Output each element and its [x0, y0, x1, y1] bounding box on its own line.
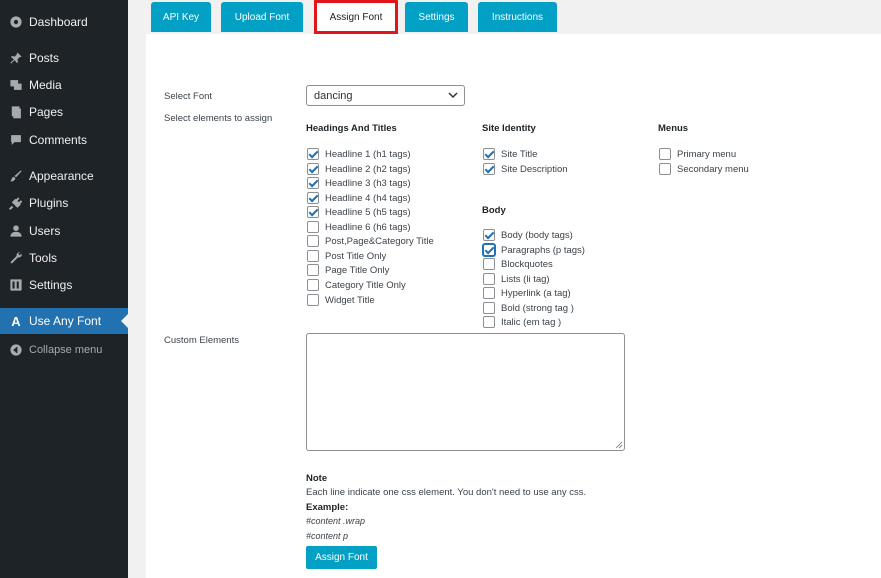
menus-group-title: Menus	[658, 123, 689, 134]
checkbox-paragraphs[interactable]: Paragraphs (p tags)	[483, 243, 585, 257]
sidebar-item-label: Posts	[29, 51, 60, 65]
brush-icon	[8, 168, 24, 184]
checkbox-site-title[interactable]: Site Title	[483, 147, 537, 161]
user-icon	[8, 223, 24, 239]
sidebar-item-label: Media	[29, 78, 62, 92]
tab-settings[interactable]: Settings	[405, 2, 468, 32]
checkbox-h2[interactable]: Headline 2 (h2 tags)	[307, 162, 411, 176]
sidebar-item-media[interactable]: Media	[0, 72, 128, 98]
font-select-value: dancing	[314, 89, 353, 102]
checkbox-post-page-category-title[interactable]: Post,Page&Category Title	[307, 234, 434, 248]
checkbox-h3[interactable]: Headline 3 (h3 tags)	[307, 176, 411, 190]
checkbox-body[interactable]: Body (body tags)	[483, 228, 573, 242]
note-title: Note	[306, 473, 328, 484]
sidebar-item-settings[interactable]: Settings	[0, 272, 128, 298]
checkbox-category-title-only[interactable]: Category Title Only	[307, 278, 406, 292]
pin-icon	[8, 50, 24, 66]
body-group-title: Body	[482, 205, 506, 216]
sidebar-item-label: Dashboard	[29, 15, 88, 29]
sidebar-item-label: Appearance	[29, 169, 94, 183]
checkbox-page-title-only[interactable]: Page Title Only	[307, 263, 389, 277]
example-line-2: #content p	[306, 531, 349, 541]
example-title: Example:	[306, 502, 349, 513]
sidebar-item-label: Plugins	[29, 196, 69, 210]
wrench-icon	[8, 250, 24, 266]
sidebar-item-pages[interactable]: Pages	[0, 99, 128, 125]
collapse-icon	[8, 342, 24, 358]
sidebar-item-label: Pages	[29, 105, 64, 119]
checkbox-h1[interactable]: Headline 1 (h1 tags)	[307, 147, 411, 161]
sidebar-item-plugins[interactable]: Plugins	[0, 190, 128, 216]
checkbox-h4[interactable]: Headline 4 (h4 tags)	[307, 191, 411, 205]
sidebar-item-label: Settings	[29, 278, 73, 292]
tab-upload-font[interactable]: Upload Font	[221, 2, 303, 32]
checkbox-h5[interactable]: Headline 5 (h5 tags)	[307, 205, 411, 219]
font-a-icon: A	[11, 313, 21, 329]
checkbox-post-title-only[interactable]: Post Title Only	[307, 249, 386, 263]
sidebar-item-label: Use Any Font	[29, 314, 102, 328]
tab-api-key[interactable]: API Key	[151, 2, 211, 32]
dashboard-icon	[8, 14, 24, 30]
checkbox-widget-title[interactable]: Widget Title	[307, 293, 375, 307]
example-line-1: #content .wrap	[306, 516, 366, 526]
assign-font-button[interactable]: Assign Font	[306, 546, 377, 569]
sidebar-item-users[interactable]: Users	[0, 218, 128, 244]
checkbox-primary-menu[interactable]: Primary menu	[659, 147, 736, 161]
plug-icon	[8, 195, 24, 211]
font-select[interactable]: dancing	[306, 85, 465, 106]
checkbox-lists[interactable]: Lists (li tag)	[483, 272, 550, 286]
settings-icon	[8, 277, 24, 293]
checkbox-bold[interactable]: Bold (strong tag )	[483, 301, 574, 315]
sidebar-item-tools[interactable]: Tools	[0, 245, 128, 271]
select-font-label: Select Font	[164, 91, 213, 102]
site-identity-group-title: Site Identity	[482, 123, 536, 134]
sidebar-item-label: Tools	[29, 251, 58, 265]
sidebar-item-use-any-font[interactable]: A Use Any Font	[0, 308, 128, 334]
sidebar-item-label: Collapse menu	[29, 344, 103, 356]
custom-elements-label: Custom Elements	[164, 335, 239, 346]
sidebar-item-label: Users	[29, 224, 61, 238]
collapse-menu-button[interactable]: Collapse menu	[0, 337, 128, 363]
pages-icon	[8, 104, 24, 120]
sidebar-item-appearance[interactable]: Appearance	[0, 163, 128, 189]
comment-icon	[8, 132, 24, 148]
checkbox-h6[interactable]: Headline 6 (h6 tags)	[307, 220, 411, 234]
checkbox-secondary-menu[interactable]: Secondary menu	[659, 162, 749, 176]
sidebar-item-dashboard[interactable]: Dashboard	[0, 9, 128, 35]
headings-group-title: Headings And Titles	[306, 123, 397, 134]
checkbox-italic[interactable]: Italic (em tag )	[483, 315, 561, 329]
sidebar-item-posts[interactable]: Posts	[0, 45, 128, 71]
tab-assign-font[interactable]: Assign Font	[314, 0, 398, 34]
tab-instructions[interactable]: Instructions	[478, 2, 557, 32]
sidebar-item-label: Comments	[29, 133, 88, 147]
custom-elements-textarea[interactable]	[306, 333, 625, 451]
resize-grip-icon[interactable]	[615, 441, 623, 449]
media-icon	[8, 77, 24, 93]
checkbox-hyperlink[interactable]: Hyperlink (a tag)	[483, 286, 571, 300]
chevron-down-icon	[448, 92, 458, 99]
sidebar-item-comments[interactable]: Comments	[0, 127, 128, 153]
select-elements-label: Select elements to assign	[164, 113, 273, 124]
admin-sidebar: Dashboard Posts Media Pages Comments App…	[0, 0, 128, 578]
checkbox-site-description[interactable]: Site Description	[483, 162, 568, 176]
checkbox-blockquotes[interactable]: Blockquotes	[483, 257, 553, 271]
note-text: Each line indicate one css element. You …	[306, 487, 587, 498]
